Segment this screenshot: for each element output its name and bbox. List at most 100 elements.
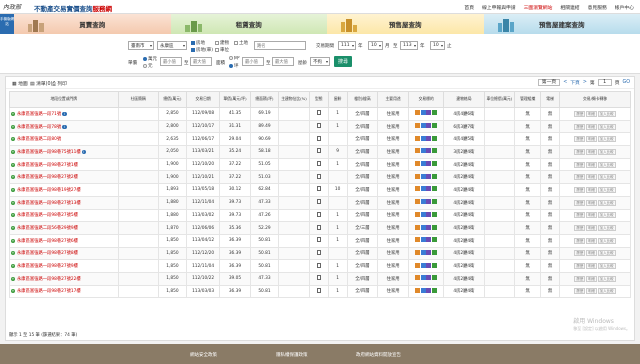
history-button[interactable]: 履歷 — [574, 275, 586, 282]
go-button[interactable]: GO — [623, 80, 631, 85]
expand-icon[interactable]: + — [11, 251, 15, 256]
compare-button[interactable]: 加入比較 — [597, 123, 616, 130]
detail-button[interactable]: 明細 — [586, 212, 598, 219]
district-select[interactable]: 永康區 — [157, 41, 187, 50]
prev-page-button[interactable]: < — [563, 80, 567, 85]
address-cell[interactable]: + 永康區富強路一段98巷27號13樓 — [9, 195, 119, 210]
age-select[interactable]: 不拘 — [310, 57, 330, 66]
compare-button[interactable]: 加入比較 — [597, 225, 616, 232]
table-row[interactable]: + 永康區富強路一段98巷27號5樓 1,880 113/03/02 39.73 47.2… — [9, 208, 631, 223]
document-icon[interactable] — [316, 224, 321, 230]
list-view-button[interactable]: ▤ 清單(0) — [30, 80, 52, 87]
end-month-select[interactable]: 10 — [430, 41, 445, 50]
expand-icon[interactable]: + — [11, 289, 15, 294]
expand-icon[interactable]: + — [11, 187, 15, 192]
compare-button[interactable]: 加入比較 — [597, 212, 616, 219]
document-icon[interactable] — [316, 287, 321, 293]
history-button[interactable]: 履歷 — [574, 148, 586, 155]
next-page-button[interactable]: 下頁 — [570, 79, 580, 86]
detail-button[interactable]: 明細 — [586, 123, 598, 130]
table-row[interactable]: + 永康區富強路一段98巷27號8樓 1,850 112/12/20 36.39 50.8… — [9, 246, 631, 261]
site-title[interactable]: 不動產交易實價查詢服務網 — [34, 3, 112, 13]
expand-icon[interactable]: + — [11, 175, 15, 180]
table-row[interactable]: + 永康區富強路一段98巷27號9樓 1,850 112/11/04 36.39 50.8… — [9, 259, 631, 273]
document-icon[interactable] — [316, 148, 321, 154]
compare-button[interactable]: 加入比較 — [597, 250, 616, 257]
document-icon[interactable] — [316, 199, 321, 205]
history-button[interactable]: 履歷 — [574, 123, 586, 130]
detail-button[interactable]: 明細 — [586, 186, 598, 193]
area-m2-radio[interactable]: M² — [229, 56, 240, 62]
document-icon[interactable] — [316, 110, 321, 116]
link-declare[interactable]: 線上申報與申請 — [482, 4, 516, 11]
detail-button[interactable]: 明細 — [586, 136, 598, 143]
last-page-button[interactable]: > — [583, 80, 587, 85]
expand-icon[interactable]: + — [11, 149, 15, 154]
tab-rent[interactable]: 租賃查詢 — [170, 14, 327, 34]
detail-button[interactable]: 明細 — [586, 174, 598, 181]
table-row[interactable]: + 永康區富強路一段98巷27號13樓 1,880 112/11/04 39.73 47.… — [9, 195, 631, 210]
footer-link-opendata[interactable]: 政府網站資料開放宣告 — [356, 352, 401, 358]
history-button[interactable]: 履歷 — [574, 288, 586, 295]
mobile-site-badge[interactable]: 手機版網站 — [0, 14, 14, 34]
city-select[interactable]: 臺南市 — [128, 41, 154, 50]
address-cell[interactable]: + 永康區富強路一段98巷27號5樓 — [9, 208, 119, 223]
road-input[interactable] — [254, 41, 306, 50]
address-cell[interactable]: + 永康區富強路一段98巷75號11樓 i — [9, 145, 119, 159]
table-row[interactable]: + 永康區富強路一段98巷27號2樓 1,900 112/10/21 37.22 51.0… — [9, 170, 631, 185]
document-icon[interactable] — [316, 275, 321, 281]
address-cell[interactable]: + 永康區富強路一段98巷27號2樓 — [9, 170, 119, 185]
link-related[interactable]: 相關連結 — [560, 4, 579, 11]
type-building[interactable]: 建物 — [215, 40, 229, 46]
area-ping-radio[interactable]: 坪 — [229, 63, 239, 69]
expand-icon[interactable]: + — [11, 162, 15, 167]
table-row[interactable]: + 永康區富強路一段98巷75號11樓 i 2,050 113/03/21 35.24 58… — [9, 145, 631, 159]
document-icon[interactable] — [316, 173, 321, 179]
compare-button[interactable]: 加入比較 — [597, 110, 616, 117]
compare-button[interactable]: 加入比較 — [597, 288, 616, 295]
end-year-select[interactable]: 113 — [400, 41, 418, 50]
area-min-input[interactable] — [242, 57, 264, 66]
table-row[interactable]: + 永康區富強路一段98巷27號22樓 1,850 112/10/22 39.05 47.… — [9, 271, 631, 286]
document-icon[interactable] — [316, 249, 321, 255]
start-month-select[interactable]: 10 — [368, 41, 383, 50]
address-cell[interactable]: + 永康區富強路一段98巷27號8樓 — [9, 246, 119, 261]
table-row[interactable]: + 永康區富強路一段71號 i 2,850 112/09/08 41.35 69.19 1 全/… — [9, 107, 631, 121]
unit-yuan-radio[interactable]: 元 — [143, 63, 153, 69]
expand-icon[interactable]: + — [11, 238, 15, 243]
table-row[interactable]: + 永康區富強路一段98巷27號1樓 1,900 112/10/20 37.22 51.0… — [9, 157, 631, 172]
address-cell[interactable]: + 永康區富強路一段98巷19號27樓 — [9, 183, 119, 197]
page-input[interactable]: 1 — [597, 79, 612, 86]
address-cell[interactable]: + 永康區富強路一段98巷27號22樓 — [9, 271, 119, 286]
address-cell[interactable]: + 永康區富強路二段80號 — [9, 132, 119, 147]
address-cell[interactable]: + 永康區富強路一段98巷27號1樓 — [9, 157, 119, 172]
detail-button[interactable]: 明細 — [586, 275, 598, 282]
document-icon[interactable] — [316, 135, 321, 141]
address-cell[interactable]: + 永康區富強路一段98巷27號17樓 — [9, 284, 119, 299]
expand-icon[interactable]: + — [11, 124, 15, 129]
compare-button[interactable]: 加入比較 — [597, 275, 616, 282]
history-button[interactable]: 履歷 — [574, 186, 586, 193]
expand-icon[interactable]: + — [11, 226, 15, 231]
compare-button[interactable]: 加入比較 — [597, 186, 616, 193]
expand-icon[interactable]: + — [11, 213, 15, 218]
link-home[interactable]: 首頁 — [464, 4, 474, 11]
expand-icon[interactable]: + — [11, 264, 15, 269]
address-cell[interactable]: + 永康區富強路一段98巷27號6樓 — [9, 233, 119, 248]
price-max-input[interactable] — [190, 57, 212, 66]
table-row[interactable]: + 永康區富強路二段56巷29號9樓 1,870 112/06/06 35.36 52.2… — [9, 221, 631, 235]
detail-button[interactable]: 明細 — [586, 148, 598, 155]
expand-icon[interactable]: + — [11, 111, 15, 116]
info-icon[interactable]: i — [81, 149, 87, 155]
table-row[interactable]: + 永康區富強路一段98巷27號6樓 1,850 113/04/12 36.39 50.8… — [9, 233, 631, 248]
address-cell[interactable]: + 永康區富強路二段56巷29號9樓 — [9, 221, 119, 235]
detail-button[interactable]: 明細 — [586, 250, 598, 257]
history-button[interactable]: 履歷 — [574, 174, 586, 181]
table-row[interactable]: + 永康區富強路一段98巷19號27樓 1,893 113/05/18 30.12 62.… — [9, 183, 631, 197]
history-button[interactable]: 履歷 — [574, 136, 586, 143]
document-icon[interactable] — [316, 211, 321, 217]
compare-button[interactable]: 加入比較 — [597, 199, 616, 206]
unit-wan-radio[interactable]: 萬元 — [143, 56, 157, 62]
history-button[interactable]: 履歷 — [574, 237, 586, 244]
history-button[interactable]: 履歷 — [574, 225, 586, 232]
